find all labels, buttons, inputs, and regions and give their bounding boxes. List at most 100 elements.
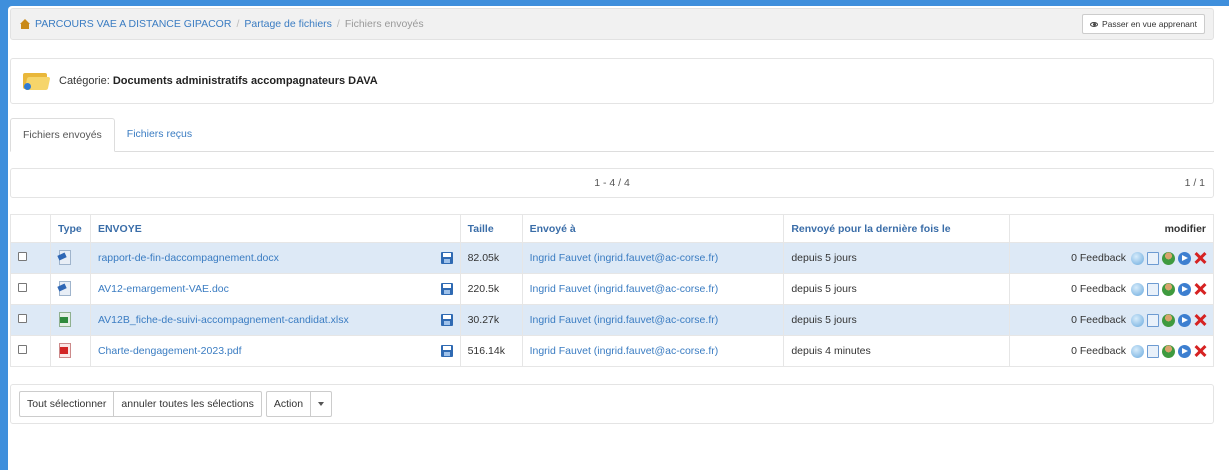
users-icon[interactable]	[1162, 344, 1175, 358]
bulk-actions-bar: Tout sélectionner annuler toutes les sél…	[10, 384, 1214, 424]
files-table: Type ENVOYE Taille Envoyé à Renvoyé pour…	[10, 214, 1214, 367]
row-type-cell	[49, 335, 91, 367]
row-checkbox[interactable]	[18, 283, 27, 292]
file-link[interactable]: rapport-de-fin-daccompagnement.docx	[98, 252, 279, 264]
feedback-count[interactable]: 0 Feedback	[1071, 314, 1126, 326]
breadcrumb-separator: /	[236, 18, 240, 30]
save-icon[interactable]	[440, 345, 453, 357]
top-bar: PARCOURS VAE A DISTANCE GIPACOR / Partag…	[10, 8, 1214, 40]
row-recipient-cell: Ingrid Fauvet (ingrid.fauvet@ac-corse.fr…	[521, 273, 785, 305]
row-recipient-cell: Ingrid Fauvet (ingrid.fauvet@ac-corse.fr…	[521, 304, 785, 336]
move-icon[interactable]	[1178, 313, 1191, 327]
category-name: Documents administratifs accompagnateurs…	[112, 75, 378, 87]
excel-icon	[58, 311, 71, 327]
row-size: 516.14k	[459, 335, 523, 367]
row-checkbox[interactable]	[18, 345, 27, 354]
delete-icon[interactable]	[1194, 252, 1206, 264]
header-sent[interactable]: ENVOYE	[89, 214, 461, 243]
save-icon[interactable]	[440, 252, 453, 264]
users-icon[interactable]	[1162, 313, 1175, 327]
document-icon[interactable]	[1147, 313, 1159, 327]
document-icon[interactable]	[1147, 282, 1159, 296]
row-actions-cell: 0 Feedback	[1009, 335, 1214, 367]
row-select-cell	[10, 273, 51, 305]
recipient-link[interactable]: Ingrid Fauvet (ingrid.fauvet@ac-corse.fr…	[530, 314, 719, 326]
selection-button-group: Tout sélectionner annuler toutes les sél…	[19, 391, 262, 417]
action-button[interactable]: Action	[265, 391, 312, 417]
header-sent-to[interactable]: Envoyé à	[521, 214, 785, 243]
save-icon[interactable]	[440, 314, 453, 326]
recipient-link[interactable]: Ingrid Fauvet (ingrid.fauvet@ac-corse.fr…	[530, 345, 719, 357]
feedback-icon[interactable]	[1131, 313, 1144, 327]
row-recipient-cell: Ingrid Fauvet (ingrid.fauvet@ac-corse.fr…	[521, 242, 785, 274]
home-icon[interactable]	[19, 19, 31, 29]
tab-received-files[interactable]: Fichiers reçus	[115, 117, 204, 151]
learner-view-label: Passer en vue apprenant	[1102, 19, 1197, 29]
save-icon[interactable]	[440, 283, 453, 295]
row-checkbox[interactable]	[18, 252, 27, 261]
delete-icon[interactable]	[1194, 345, 1206, 357]
row-resent-date: depuis 4 minutes	[783, 335, 1011, 367]
header-type[interactable]: Type	[49, 214, 91, 243]
header-last-resent[interactable]: Renvoyé pour la dernière fois le	[783, 214, 1011, 243]
row-resent-date: depuis 5 jours	[783, 304, 1011, 336]
row-type-cell	[49, 242, 91, 274]
feedback-count[interactable]: 0 Feedback	[1071, 345, 1126, 357]
users-icon[interactable]	[1162, 282, 1175, 296]
caret-down-icon	[318, 402, 325, 406]
move-icon[interactable]	[1178, 282, 1191, 296]
row-size: 82.05k	[459, 242, 523, 274]
row-type-cell	[49, 304, 91, 336]
table-row: Charte-dengagement-2023.pdf 516.14k Ingr…	[10, 335, 1214, 367]
table-row: AV12B_fiche-de-suivi-accompagnement-cand…	[10, 304, 1214, 336]
learner-view-button[interactable]: Passer en vue apprenant	[1082, 14, 1205, 34]
file-link[interactable]: AV12B_fiche-de-suivi-accompagnement-cand…	[98, 314, 349, 326]
folder-icon	[23, 71, 51, 91]
delete-icon[interactable]	[1194, 314, 1206, 326]
file-link[interactable]: Charte-dengagement-2023.pdf	[98, 345, 242, 357]
tab-sent-files[interactable]: Fichiers envoyés	[10, 118, 115, 152]
users-icon[interactable]	[1162, 251, 1175, 265]
delete-icon[interactable]	[1194, 283, 1206, 295]
table-row: AV12-emargement-VAE.doc 220.5k Ingrid Fa…	[10, 273, 1214, 305]
feedback-count[interactable]: 0 Feedback	[1071, 252, 1126, 264]
breadcrumb: PARCOURS VAE A DISTANCE GIPACOR / Partag…	[19, 18, 424, 30]
header-size[interactable]: Taille	[459, 214, 523, 243]
feedback-icon[interactable]	[1131, 282, 1144, 296]
breadcrumb-separator: /	[336, 18, 340, 30]
select-all-button[interactable]: Tout sélectionner	[19, 391, 115, 417]
category-label: Catégorie:	[59, 75, 110, 87]
move-icon[interactable]	[1178, 344, 1191, 358]
row-select-cell	[10, 242, 51, 274]
table-header-row: Type ENVOYE Taille Envoyé à Renvoyé pour…	[10, 214, 1214, 243]
row-actions-cell: 0 Feedback	[1009, 242, 1214, 274]
action-toggle-button[interactable]	[311, 391, 333, 417]
row-type-cell	[49, 273, 91, 305]
row-size: 220.5k	[459, 273, 523, 305]
move-icon[interactable]	[1178, 251, 1191, 265]
row-resent-date: depuis 5 jours	[783, 242, 1011, 274]
recipient-link[interactable]: Ingrid Fauvet (ingrid.fauvet@ac-corse.fr…	[530, 252, 719, 264]
feedback-icon[interactable]	[1131, 344, 1144, 358]
file-tabs: Fichiers envoyés Fichiers reçus	[10, 118, 1214, 152]
row-recipient-cell: Ingrid Fauvet (ingrid.fauvet@ac-corse.fr…	[521, 335, 785, 367]
file-link[interactable]: AV12-emargement-VAE.doc	[98, 283, 229, 295]
action-dropdown: Action	[265, 391, 333, 417]
eye-icon	[1090, 21, 1099, 27]
unselect-all-button[interactable]: annuler toutes les sélections	[114, 391, 262, 417]
row-checkbox[interactable]	[18, 314, 27, 323]
feedback-count[interactable]: 0 Feedback	[1071, 283, 1126, 295]
feedback-icon[interactable]	[1131, 251, 1144, 265]
breadcrumb-section[interactable]: Partage de fichiers	[244, 18, 332, 30]
header-modify: modifier	[1009, 214, 1214, 243]
row-size: 30.27k	[459, 304, 523, 336]
pdf-icon	[58, 342, 71, 358]
recipient-link[interactable]: Ingrid Fauvet (ingrid.fauvet@ac-corse.fr…	[530, 283, 719, 295]
row-actions-cell: 0 Feedback	[1009, 304, 1214, 336]
row-resent-date: depuis 5 jours	[783, 273, 1011, 305]
breadcrumb-home[interactable]: PARCOURS VAE A DISTANCE GIPACOR	[35, 18, 231, 30]
header-select	[10, 214, 51, 243]
document-icon[interactable]	[1147, 251, 1159, 265]
word-doc-icon	[58, 280, 71, 296]
document-icon[interactable]	[1147, 344, 1159, 358]
